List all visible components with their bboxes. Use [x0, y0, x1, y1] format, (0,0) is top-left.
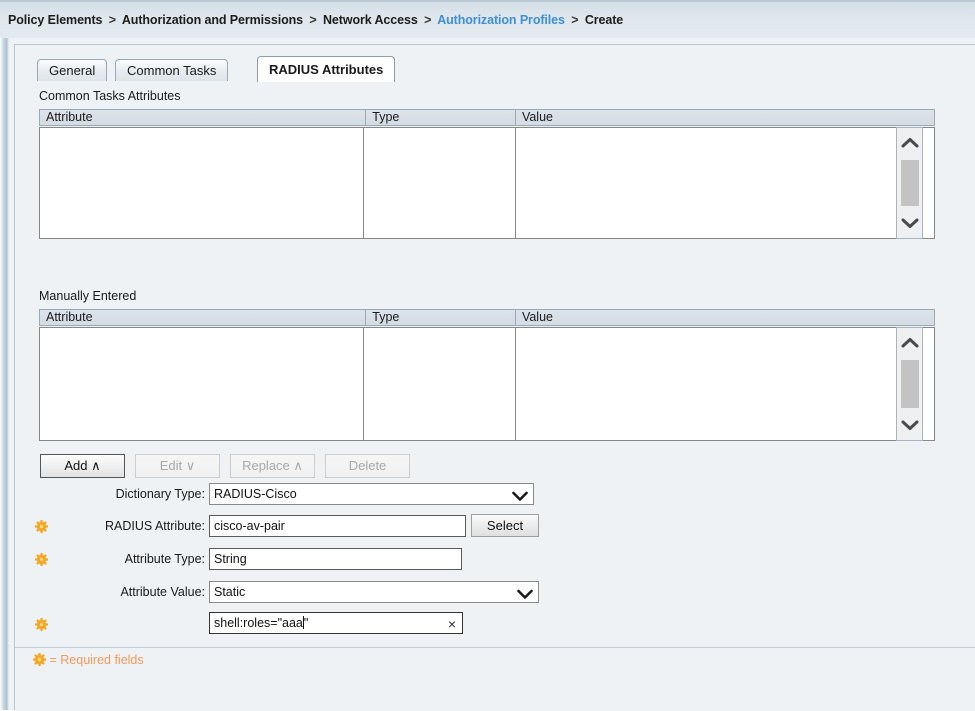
grid-cell-type-column: [364, 327, 516, 441]
manually-entered-vertical-scrollbar[interactable]: [896, 327, 923, 441]
column-header-value[interactable]: Value: [516, 310, 934, 325]
column-header-attribute[interactable]: Attribute: [40, 110, 366, 125]
common-tasks-vertical-scrollbar[interactable]: [896, 127, 923, 239]
radius-attribute-label: RADIUS Attribute:: [55, 519, 205, 533]
grid-body: [39, 327, 935, 441]
grid-cell-attribute-column: [39, 327, 364, 441]
grid-cell-type-column: [364, 127, 516, 239]
common-tasks-attributes-grid: Attribute Type Value: [39, 109, 935, 239]
attribute-value-mode-select[interactable]: Static: [209, 581, 539, 603]
breadcrumb-item-authorization-and-permissions[interactable]: Authorization and Permissions: [122, 13, 303, 27]
required-fields-text: = Required fields: [49, 653, 143, 667]
footer-divider: [15, 647, 975, 648]
attribute-value-input[interactable]: shell:roles="aaa" ×: [209, 612, 463, 634]
grid-cell-value-column: [516, 327, 935, 441]
left-rail-decoration: [0, 38, 9, 710]
dictionary-type-value: RADIUS-Cisco: [214, 487, 297, 501]
column-header-type[interactable]: Type: [366, 110, 516, 125]
breadcrumb-separator: >: [568, 13, 581, 27]
add-button[interactable]: Add ∧: [40, 454, 125, 478]
grid-cell-attribute-column: [39, 127, 364, 239]
column-header-type[interactable]: Type: [366, 310, 516, 325]
dictionary-type-label: Dictionary Type:: [55, 487, 205, 501]
chevron-down-icon: [512, 488, 528, 505]
breadcrumb-item-policy-elements[interactable]: Policy Elements: [8, 13, 102, 27]
breadcrumb-item-create: Create: [585, 13, 623, 27]
attribute-type-input[interactable]: String: [209, 548, 462, 570]
tab-general[interactable]: General: [37, 59, 107, 82]
breadcrumb-separator: >: [106, 13, 119, 27]
attribute-value-text-before-caret: shell:roles="aaa: [214, 616, 303, 630]
scroll-up-chevron-icon[interactable]: [897, 130, 922, 156]
manually-entered-grid: Attribute Type Value: [39, 309, 935, 441]
tab-radius-attributes[interactable]: RADIUS Attributes: [257, 56, 395, 82]
radius-attribute-input[interactable]: cisco-av-pair: [209, 515, 466, 537]
breadcrumb-separator: >: [421, 13, 434, 27]
breadcrumb-item-authorization-profiles[interactable]: Authorization Profiles: [437, 13, 565, 27]
grid-header-row: Attribute Type Value: [39, 309, 935, 326]
scroll-down-chevron-icon[interactable]: [897, 210, 922, 236]
replace-button[interactable]: Replace ∧: [230, 454, 315, 478]
manually-entered-title: Manually Entered: [39, 289, 136, 303]
radius-attributes-tab-content: Common Tasks Attributes Attribute Type V…: [15, 81, 975, 711]
grid-header-row: Attribute Type Value: [39, 109, 935, 126]
required-fields-legend: = Required fields: [33, 653, 144, 667]
scrollbar-thumb[interactable]: [901, 160, 919, 206]
scroll-up-chevron-icon[interactable]: [897, 330, 922, 356]
breadcrumb-bar: Policy Elements > Authorization and Perm…: [0, 0, 975, 38]
breadcrumb-separator: >: [306, 13, 319, 27]
attribute-value-mode-value: Static: [214, 585, 245, 599]
breadcrumb: Policy Elements > Authorization and Perm…: [8, 13, 623, 27]
common-tasks-attributes-title: Common Tasks Attributes: [39, 89, 181, 103]
attribute-value-label: Attribute Value:: [55, 585, 205, 599]
breadcrumb-item-network-access[interactable]: Network Access: [323, 13, 418, 27]
required-field-star-icon: [35, 520, 48, 533]
select-attribute-button[interactable]: Select: [471, 514, 539, 537]
grid-cell-value-column: [516, 127, 935, 239]
attribute-type-label: Attribute Type:: [55, 552, 205, 566]
dictionary-type-select[interactable]: RADIUS-Cisco: [209, 483, 534, 505]
scroll-down-chevron-icon[interactable]: [897, 412, 922, 438]
authorization-profile-panel: General Common Tasks RADIUS Attributes C…: [14, 44, 975, 710]
chevron-down-icon: [517, 586, 533, 603]
edit-button[interactable]: Edit ∨: [135, 454, 220, 478]
delete-button[interactable]: Delete: [325, 454, 410, 478]
attribute-value-text-after-caret: ": [304, 616, 308, 630]
scrollbar-thumb[interactable]: [901, 360, 919, 408]
required-field-star-icon: [33, 654, 46, 665]
radius-attribute-value: cisco-av-pair: [214, 519, 285, 533]
required-field-star-icon: [35, 553, 48, 566]
tab-strip: General Common Tasks RADIUS Attributes: [15, 54, 975, 82]
column-header-value[interactable]: Value: [516, 110, 934, 125]
tab-common-tasks[interactable]: Common Tasks: [115, 59, 228, 82]
grid-body: [39, 127, 935, 239]
column-header-attribute[interactable]: Attribute: [40, 310, 366, 325]
page-body: General Common Tasks RADIUS Attributes C…: [0, 38, 975, 710]
required-field-star-icon: [35, 618, 48, 631]
clear-icon[interactable]: ×: [448, 615, 456, 633]
attribute-type-value: String: [214, 552, 247, 566]
